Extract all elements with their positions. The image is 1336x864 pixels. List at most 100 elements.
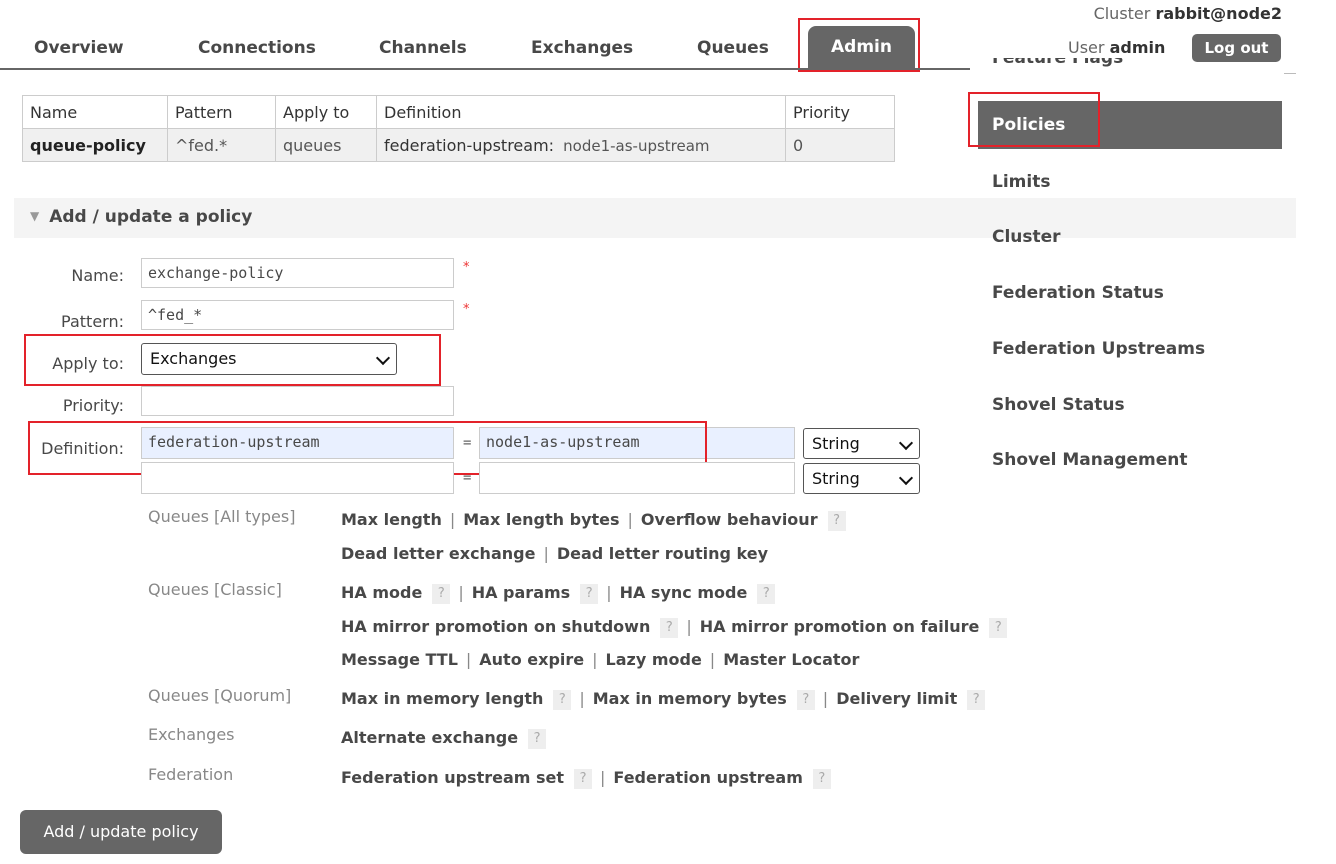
definition-value-input-2[interactable] <box>479 462 795 494</box>
cluster-label: Cluster <box>1093 4 1151 23</box>
help-link[interactable]: Federation upstream set <box>341 768 564 787</box>
definition-type-select-2[interactable]: String <box>803 463 920 494</box>
help-question-icon[interactable]: ? <box>967 690 986 710</box>
tab-queues[interactable]: Queues <box>697 38 769 58</box>
help-link[interactable]: HA mode <box>341 583 422 602</box>
policy-pattern: ^fed.* <box>167 128 276 162</box>
policy-name-link[interactable]: queue-policy <box>22 128 168 162</box>
policy-definition: federation-upstream: node1-as-upstream <box>376 128 786 162</box>
help-link[interactable]: HA mirror promotion on shutdown <box>341 617 650 636</box>
help-link[interactable]: Max in memory length <box>341 689 543 708</box>
separator: | <box>822 689 829 708</box>
sidebar-item-feature-flags[interactable]: Feature Flags <box>992 58 1123 70</box>
col-name: Name <box>22 95 168 129</box>
help-question-icon[interactable]: ? <box>574 769 593 789</box>
help-question-icon[interactable]: ? <box>660 618 679 638</box>
help-link[interactable]: Master Locator <box>723 650 859 669</box>
help-link[interactable]: HA sync mode <box>620 583 748 602</box>
help-question-icon[interactable]: ? <box>528 729 547 749</box>
separator: | <box>606 583 612 602</box>
help-question-icon[interactable]: ? <box>827 511 846 531</box>
help-link[interactable]: HA mirror promotion on failure <box>700 617 980 636</box>
section-toggle[interactable]: ▼ Add / update a policy <box>30 207 252 227</box>
help-category-label: Queues [Classic] <box>148 580 282 599</box>
logout-button[interactable]: Log out <box>1192 34 1281 62</box>
priority-label: Priority: <box>62 396 124 415</box>
separator: | <box>627 510 633 529</box>
help-question-icon[interactable]: ? <box>989 618 1008 638</box>
tab-channels[interactable]: Channels <box>379 38 467 58</box>
help-links-row: Max length | Max length bytes | Overflow beh… <box>341 510 846 531</box>
separator: | <box>600 768 606 787</box>
pattern-label: Pattern: <box>61 312 124 331</box>
help-links-row: Federation upstream set? | Federation upst… <box>341 768 831 789</box>
cluster-name: rabbit@node2 <box>1155 4 1282 23</box>
tab-overview[interactable]: Overview <box>34 38 124 58</box>
sidebar-item-cluster[interactable]: Cluster <box>992 227 1061 247</box>
tab-exchanges[interactable]: Exchanges <box>531 38 633 58</box>
table-row: queue-policy ^fed.* queues federation-up… <box>22 128 895 162</box>
sidebar-item-federation-upstreams[interactable]: Federation Upstreams <box>992 339 1205 359</box>
policies-highlight <box>968 92 1100 147</box>
sidebar-item-shovel-status[interactable]: Shovel Status <box>992 395 1125 415</box>
section-title: Add / update a policy <box>49 207 253 227</box>
priority-input[interactable] <box>141 386 454 416</box>
separator: | <box>686 617 692 636</box>
sidebar-item-limits[interactable]: Limits <box>992 172 1050 192</box>
help-question-icon[interactable]: ? <box>757 584 776 604</box>
help-category-label: Federation <box>148 765 234 784</box>
help-question-icon[interactable]: ? <box>796 690 815 710</box>
policies-table: Name Pattern Apply to Definition Priorit… <box>22 95 895 162</box>
sidebar-item-federation-status[interactable]: Federation Status <box>992 283 1164 303</box>
col-pattern: Pattern <box>167 95 276 129</box>
pattern-input[interactable]: ^fed_* <box>141 300 454 330</box>
help-link[interactable]: Federation upstream <box>613 768 802 787</box>
definition-type-select[interactable]: String <box>803 428 920 459</box>
help-link[interactable]: Dead letter routing key <box>557 544 768 563</box>
definition-key-input-2[interactable] <box>141 462 454 494</box>
type-value: String <box>812 434 860 453</box>
policy-priority: 0 <box>785 128 895 162</box>
col-apply-to: Apply to <box>275 95 377 129</box>
add-update-policy-button[interactable]: Add / update policy <box>20 810 222 854</box>
help-question-icon[interactable]: ? <box>553 690 572 710</box>
definition-key: federation-upstream: <box>384 135 555 155</box>
help-link[interactable]: Max length <box>341 510 442 529</box>
separator: | <box>449 510 456 529</box>
help-link[interactable]: Alternate exchange <box>341 728 518 747</box>
policy-apply-to: queues <box>275 128 377 162</box>
help-link[interactable]: Message TTL <box>341 650 458 669</box>
help-link[interactable]: HA params <box>472 583 570 602</box>
help-links-row: HA mirror promotion on shutdown? | HA mirr… <box>341 617 1008 638</box>
sidebar-item-shovel-management[interactable]: Shovel Management <box>992 450 1188 470</box>
help-link[interactable]: Dead letter exchange <box>341 544 535 563</box>
help-question-icon[interactable]: ? <box>580 584 599 604</box>
help-question-icon[interactable]: ? <box>432 584 451 604</box>
help-question-icon[interactable]: ? <box>812 769 831 789</box>
user-name: admin <box>1109 38 1166 57</box>
help-links-row: Dead letter exchange | Dead letter routing… <box>341 544 768 563</box>
chevron-down-icon <box>898 470 914 486</box>
caret-down-icon: ▼ <box>30 209 40 223</box>
help-link[interactable]: Auto expire <box>479 650 584 669</box>
type-value: String <box>812 469 860 488</box>
help-links-row: Max in memory length? | Max in memory byte… <box>341 689 986 710</box>
help-link[interactable]: Overflow behaviour <box>641 510 818 529</box>
help-category-label: Exchanges <box>148 725 235 744</box>
help-category-label: Queues [All types] <box>148 507 296 526</box>
chevron-down-icon <box>898 435 914 451</box>
help-links-row: HA mode? | HA params? | HA sync mode? <box>341 583 776 604</box>
admin-tab-highlight <box>798 18 920 72</box>
separator: | <box>465 650 472 669</box>
name-label: Name: <box>71 266 124 285</box>
required-mark: * <box>463 302 470 317</box>
separator: | <box>579 689 585 708</box>
help-link[interactable]: Max length bytes <box>463 510 619 529</box>
help-link[interactable]: Max in memory bytes <box>593 689 787 708</box>
separator: | <box>592 650 598 669</box>
tab-connections[interactable]: Connections <box>198 38 316 58</box>
name-input[interactable]: exchange-policy <box>141 258 454 288</box>
help-link[interactable]: Lazy mode <box>606 650 702 669</box>
help-link[interactable]: Delivery limit <box>836 689 957 708</box>
apply-to-highlight <box>24 334 441 386</box>
